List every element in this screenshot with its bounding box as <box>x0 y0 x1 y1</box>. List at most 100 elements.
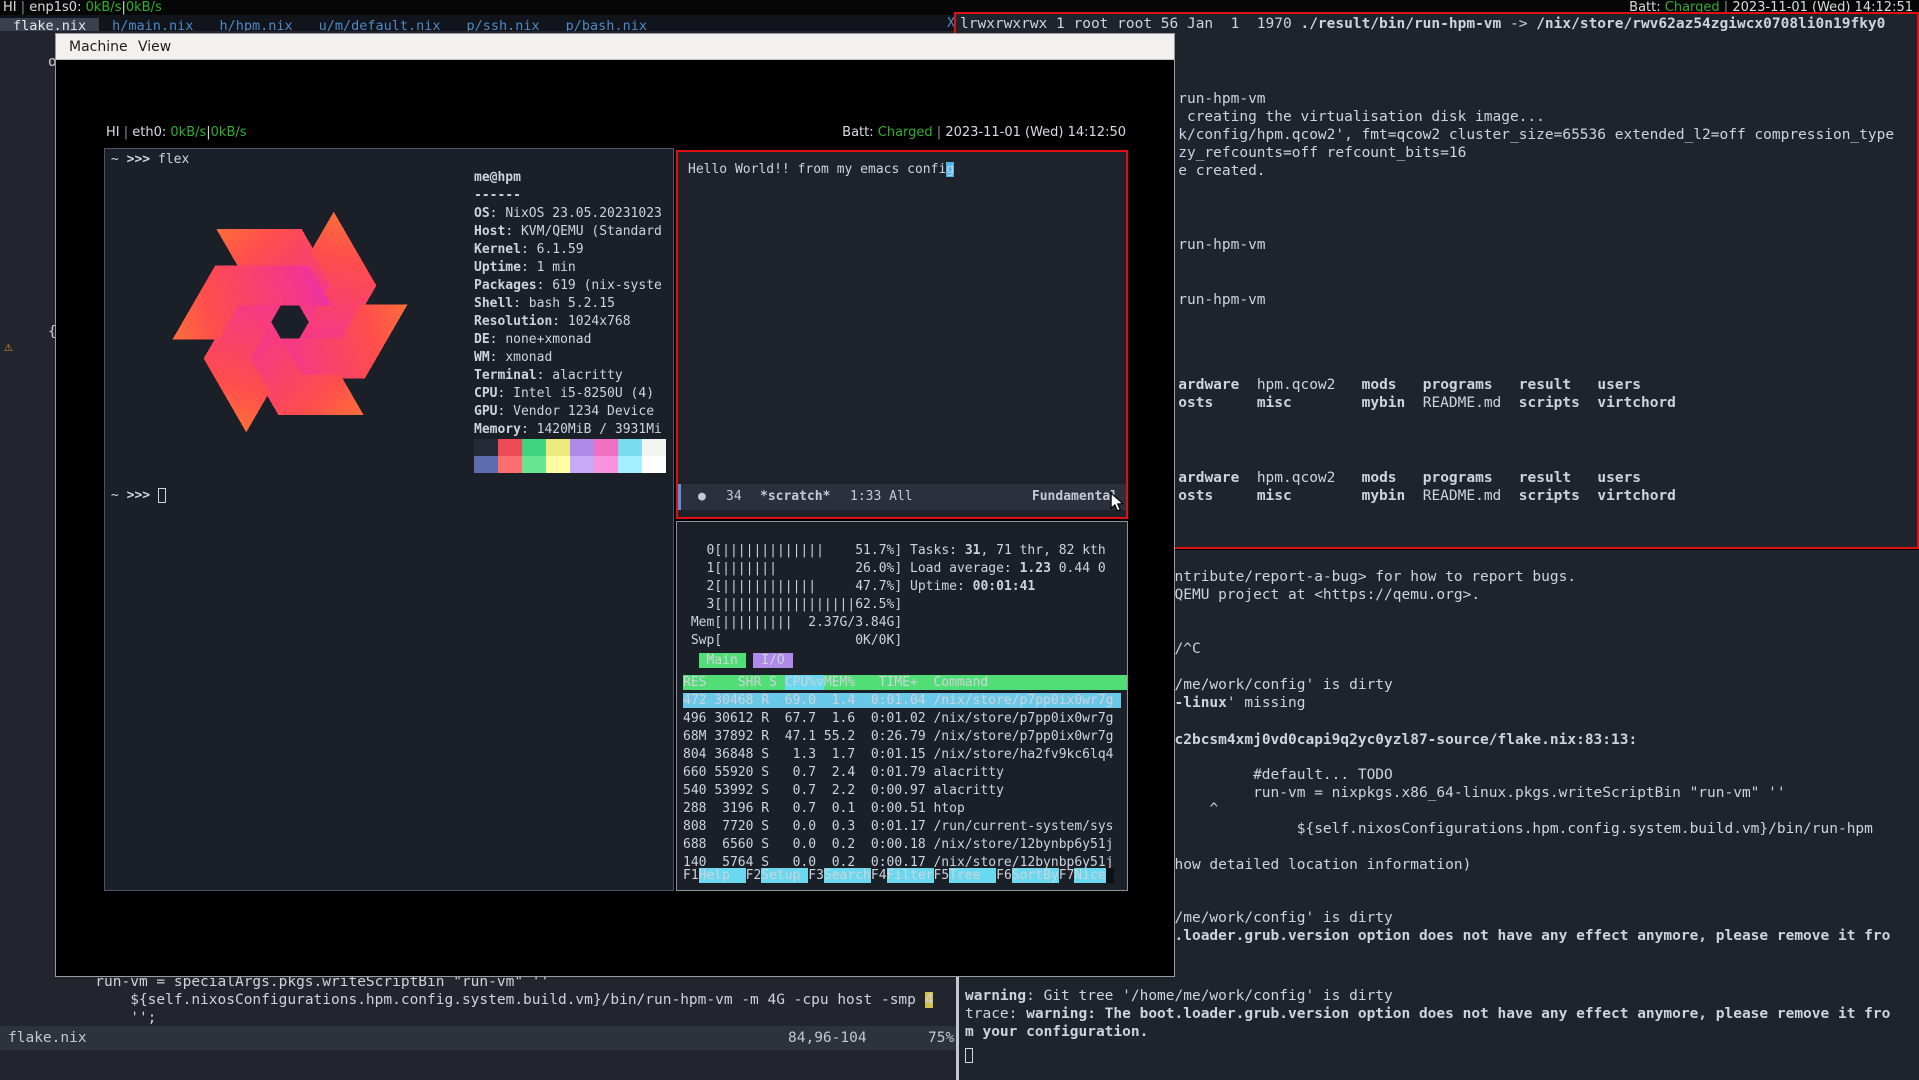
host-network-status: HI | enp1s0: 0kB/s|0kB/s <box>3 0 162 15</box>
terminal-line: ~ >>> <box>111 487 166 505</box>
terminal-line: DE: none+xmonad <box>474 331 591 349</box>
terminal-line: Uptime: 1 min <box>474 259 576 277</box>
terminal-line: 660 55920 S 0.7 2.4 0:01.79 alacritty <box>683 764 1004 782</box>
terminal-line: Terminal: alacritty <box>474 367 623 385</box>
bar-segment: | <box>17 0 30 15</box>
terminal-line: ------ <box>474 187 521 205</box>
palette-swatch <box>594 439 618 456</box>
palette-swatch <box>546 456 570 473</box>
terminal-line: 68M 37892 R 47.1 55.2 0:26.79 /nix/store… <box>683 728 1113 746</box>
major-mode: Fundamental <box>1032 484 1118 510</box>
terminal-line: 804 36848 S 1.3 1.7 0:01.15 /nix/store/h… <box>683 746 1113 764</box>
bar-segment: HI <box>3 0 17 15</box>
terminal-line: 496 30612 R 67.7 1.6 0:01.02 /nix/store/… <box>683 710 1113 728</box>
terminal-line: 1[||||||| 26.0%] Load average: 1.23 0.44… <box>683 560 1106 578</box>
terminal-line: m your configuration. <box>965 1023 1148 1041</box>
bar-segment: 0kB/s <box>126 0 162 15</box>
vm-emacs-window[interactable]: Hello World!! from my emacs config ● 34 … <box>676 150 1128 519</box>
terminal-line: Resolution: 1024x768 <box>474 313 631 331</box>
palette-swatch <box>474 439 498 456</box>
terminal-line: ${self.nixosConfigurations.hpm.config.sy… <box>8 991 933 1009</box>
terminal-line: lrwxrwxrwx 1 root root 56 Jan 1 1970 ./r… <box>960 15 1885 33</box>
vm-emacs-modeline: ● 34 *scratch* 1:33 All Fundamental <box>678 484 1126 510</box>
palette-swatch <box>546 439 570 456</box>
vm-terminal-htop[interactable]: 0[||||||||||||| 51.7%] Tasks: 31, 71 thr… <box>676 521 1128 891</box>
emacs-minibuffer[interactable] <box>0 1050 962 1080</box>
terminal-line: Host: KVM/QEMU (Standard <box>474 223 662 241</box>
palette-swatch <box>618 456 642 473</box>
terminal-line: WM: xmonad <box>474 349 552 367</box>
terminal-line: Shell: bash 5.2.15 <box>474 295 615 313</box>
terminal-line: RES SHR S CPU%▽MEM% TIME+ Command <box>683 674 1128 692</box>
terminal-line: warning: Git tree '/home/me/work/config'… <box>965 987 1393 1005</box>
bar-segment: 2023-11-01 (Wed) 14:12:50 <box>945 125 1126 140</box>
modeline-position: 84,96-104 <box>788 1026 867 1050</box>
bar-segment: enp1s0: <box>29 0 85 15</box>
terminal-line: trace: warning: The boot.loader.grub.ver… <box>965 1005 1890 1023</box>
terminal-line: ~ >>> flex <box>111 151 189 169</box>
emacs-tab-bar: flake.nixh/main.nixh/hpm.nixu/m/default.… <box>0 15 962 31</box>
palette-swatch <box>618 439 642 456</box>
desktop-root: HI | enp1s0: 0kB/s | 0kB/s Batt: Charged |… <box>0 0 1919 1080</box>
modeline-filename: flake.nix <box>8 1026 87 1050</box>
modified-indicator: ● <box>698 484 706 510</box>
palette-swatch <box>570 456 594 473</box>
terminal-line: 688 6560 S 0.0 0.2 0:00.18 /nix/store/12… <box>683 836 1114 854</box>
palette-swatch <box>498 439 522 456</box>
modeline-percent: 75% <box>928 1026 954 1050</box>
terminal-line <box>965 1047 973 1065</box>
bar-segment: Charged <box>878 125 933 140</box>
terminal-line: 472 30468 R 69.0 1.4 0:01.04 /nix/store/… <box>683 692 1121 710</box>
vm-terminal-fastfetch[interactable]: ~ >>> flex me@hpm------OS: NixOS 23.05.20… <box>104 148 674 891</box>
terminal-line: Hello World!! from my emacs config <box>688 161 954 179</box>
bar-segment: HI <box>106 125 120 140</box>
palette-swatch <box>594 456 618 473</box>
buffer-position: 1:33 All <box>850 484 913 510</box>
terminal-line: ''; <box>8 1009 156 1027</box>
terminal-line: Memory: 1420MiB / 3931Mi <box>474 421 662 439</box>
terminal-line: Packages: 619 (nix-syste <box>474 277 662 295</box>
bar-segment: 0kB/s <box>86 0 122 15</box>
vm-display: HI | eth0: 0kB/s|0kB/s Batt: Charged | 2… <box>104 123 1128 891</box>
palette-swatch <box>474 456 498 473</box>
palette-swatch <box>522 439 546 456</box>
terminal-line: GPU: Vendor 1234 Device <box>474 403 654 421</box>
mouse-cursor <box>1108 492 1126 512</box>
menu-view[interactable]: View <box>138 34 171 60</box>
buffer-number: 34 <box>726 484 742 510</box>
palette-swatch <box>570 439 594 456</box>
terminal-line: OS: NixOS 23.05.20231023 <box>474 205 662 223</box>
bar-segment: 0kB/s <box>211 125 247 140</box>
vm-network-status: HI | eth0: 0kB/s|0kB/s <box>106 125 247 140</box>
qemu-menubar: Machine View <box>56 34 1174 60</box>
palette-swatch <box>498 456 522 473</box>
palette-swatch <box>522 456 546 473</box>
fastfetch-output: ~ >>> flex me@hpm------OS: NixOS 23.05.20… <box>105 149 673 890</box>
terminal-line: Kernel: 6.1.59 <box>474 241 584 259</box>
terminal-line: 0[||||||||||||| 51.7%] Tasks: 31, 71 thr… <box>683 542 1106 560</box>
terminal-line: me@hpm <box>474 169 521 187</box>
bar-segment: eth0: <box>132 125 170 140</box>
scratch-buffer-text: Hello World!! from my emacs config <box>678 152 1126 517</box>
terminal-color-palette <box>474 439 666 473</box>
bar-segment: | <box>120 125 133 140</box>
terminal-line: 2[|||||||||||| 47.7%] Uptime: 00:01:41 <box>683 578 1035 596</box>
bar-segment: 0kB/s <box>170 125 206 140</box>
bar-segment: Batt: <box>842 125 878 140</box>
qemu-window[interactable]: Machine View HI | eth0: 0kB/s | 0kB/s Batt… <box>55 33 1175 977</box>
emacs-modeline: flake.nix 84,96-104 75% <box>0 1026 962 1050</box>
terminal-line: CPU: Intel i5-8250U (4) <box>474 385 654 403</box>
bar-segment: | <box>933 125 946 140</box>
terminal-line: Main I/O <box>683 652 793 670</box>
terminal-line: 288 3196 R 0.7 0.1 0:00.51 htop <box>683 800 965 818</box>
buffer-name: *scratch* <box>760 484 830 510</box>
menu-machine[interactable]: Machine <box>69 34 128 60</box>
terminal-line: Swp[ 0K/0K] <box>683 632 902 650</box>
vm-status-bar: HI | eth0: 0kB/s|0kB/s Batt: Charged | 2… <box>104 123 1128 148</box>
palette-swatch <box>642 456 666 473</box>
modeline-accent-bar <box>678 484 681 510</box>
htop-output: 0[||||||||||||| 51.7%] Tasks: 31, 71 thr… <box>677 522 1127 890</box>
palette-swatch <box>642 439 666 456</box>
terminal-line: 808 7720 S 0.0 0.3 0:01.17 /run/current-… <box>683 818 1114 836</box>
terminal-line: 540 53992 S 0.7 2.2 0:00.97 alacritty <box>683 782 1004 800</box>
